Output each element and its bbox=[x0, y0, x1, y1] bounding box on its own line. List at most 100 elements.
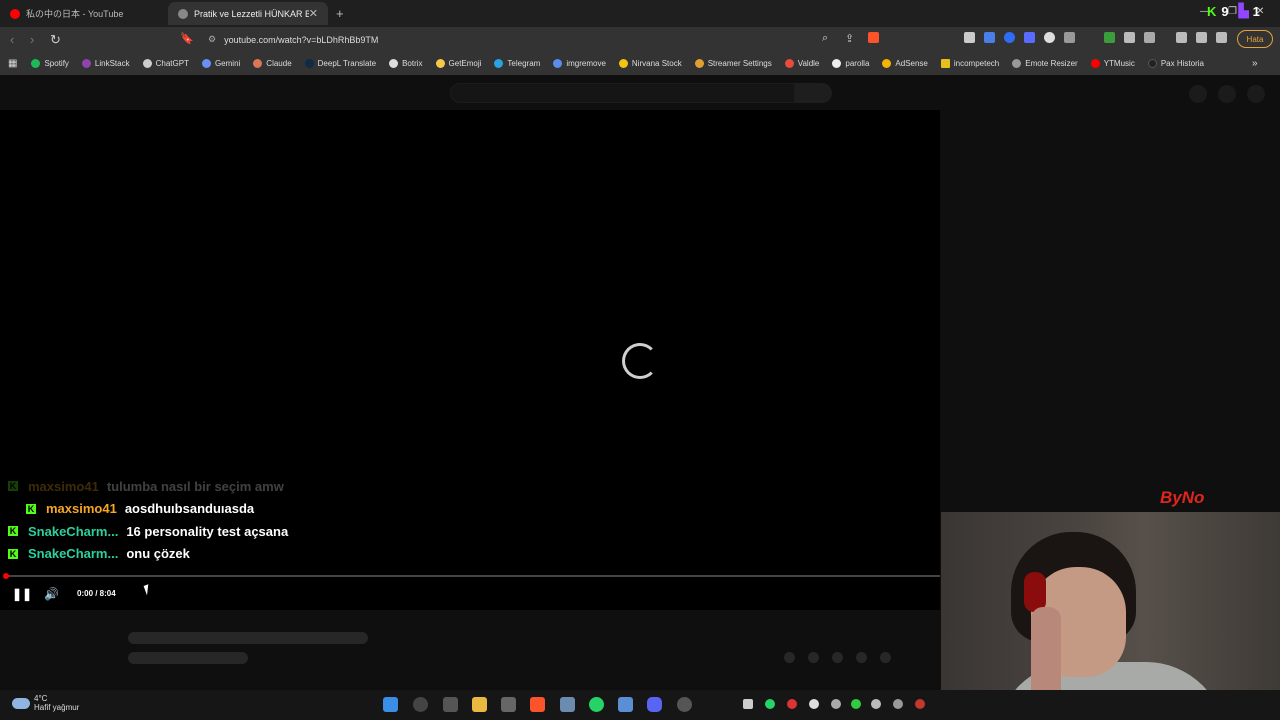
bookmark-chatgpt[interactable]: ChatGPT bbox=[142, 59, 189, 68]
tray-icon[interactable] bbox=[893, 699, 903, 709]
extension-icon[interactable] bbox=[964, 32, 975, 43]
subtitle-skeleton bbox=[128, 652, 248, 664]
extension-icon[interactable] bbox=[1104, 32, 1115, 43]
gemini-icon bbox=[201, 59, 211, 68]
camera-icon[interactable] bbox=[1064, 32, 1075, 43]
nirvana-icon bbox=[618, 59, 628, 68]
more-bookmarks-icon[interactable]: » bbox=[1252, 58, 1258, 69]
temperature: 4°C bbox=[34, 694, 48, 703]
bookmark-gemini[interactable]: Gemini bbox=[201, 59, 240, 68]
bookmark-linkstack[interactable]: LinkStack bbox=[81, 59, 130, 68]
bookmark-imgremove[interactable]: imgremove bbox=[553, 59, 606, 68]
action-skeleton bbox=[832, 652, 843, 663]
progress-bar[interactable] bbox=[3, 573, 940, 579]
twitch-viewer-count: 1 bbox=[1252, 3, 1260, 19]
split-view-icon[interactable] bbox=[1196, 32, 1207, 43]
chat-message: K SnakeCharm... onu çözek bbox=[8, 543, 288, 566]
address-bar[interactable]: ⚙ youtube.com/watch?v=bLDhRhBb9TM bbox=[200, 30, 858, 49]
tray-icon[interactable] bbox=[809, 699, 819, 709]
close-tab-icon[interactable]: ✕ bbox=[309, 7, 318, 20]
bookmark-spotify[interactable]: Spotify bbox=[31, 59, 69, 68]
tray-icon[interactable] bbox=[915, 699, 925, 709]
title-skeleton bbox=[128, 632, 368, 644]
zoom-icon[interactable]: ⌕ bbox=[822, 32, 828, 45]
avatar[interactable] bbox=[1247, 85, 1265, 103]
tray-icon[interactable] bbox=[851, 699, 861, 709]
bookmark-parolla[interactable]: parolla bbox=[832, 59, 869, 68]
bookmark-claude[interactable]: Claude bbox=[253, 59, 292, 68]
error-badge[interactable]: Hata bbox=[1237, 30, 1273, 48]
reload-button[interactable]: ↻ bbox=[50, 32, 61, 48]
bookmark-nirvana-stock[interactable]: Nirvana Stock bbox=[618, 59, 682, 68]
tray-icon[interactable] bbox=[831, 699, 841, 709]
pause-button[interactable]: ❚❚ bbox=[12, 587, 32, 601]
app-icon[interactable] bbox=[618, 697, 633, 712]
whatsapp-icon[interactable] bbox=[589, 697, 604, 712]
back-button[interactable]: ‹ bbox=[10, 32, 14, 47]
leo-ai-icon[interactable] bbox=[1216, 32, 1227, 43]
imgremove-icon bbox=[553, 59, 563, 68]
scrubber-handle[interactable] bbox=[3, 573, 9, 579]
puzzle-icon[interactable] bbox=[1124, 32, 1135, 43]
task-view-icon[interactable] bbox=[443, 697, 458, 712]
bookmark-ytmusic[interactable]: YTMusic bbox=[1090, 59, 1135, 68]
bookmark-telegram[interactable]: Telegram bbox=[494, 59, 540, 68]
tray-icon[interactable] bbox=[743, 699, 753, 709]
extension-icon[interactable] bbox=[1044, 32, 1055, 43]
app-icon[interactable] bbox=[560, 697, 575, 712]
bookmark-pax-historia[interactable]: Pax Historia bbox=[1147, 59, 1204, 68]
chat-message: K SnakeCharm... 16 personality test açsa… bbox=[8, 520, 288, 543]
volume-icon[interactable]: 🔊 bbox=[44, 587, 59, 601]
streamer-logo: ByNo bbox=[1160, 488, 1205, 507]
ytmusic-icon bbox=[1090, 59, 1100, 68]
chat-username: maxsimo41 bbox=[28, 478, 99, 494]
create-icon[interactable] bbox=[1189, 85, 1207, 103]
site-info-icon[interactable]: ⚙ bbox=[208, 34, 216, 45]
extension-icon[interactable] bbox=[1004, 32, 1015, 43]
file-explorer-icon[interactable] bbox=[472, 697, 487, 712]
translate-icon[interactable] bbox=[984, 32, 995, 43]
extension-icon[interactable] bbox=[1024, 32, 1035, 43]
bookmark-incompetech[interactable]: incompetech bbox=[940, 59, 999, 68]
twitch-icon: ▙ bbox=[1238, 3, 1249, 18]
weather-widget[interactable]: 4°C Hafif yağmur bbox=[12, 694, 79, 712]
bookmark-getemoji[interactable]: GetEmoji bbox=[435, 59, 481, 68]
bookmark-emote-resizer[interactable]: Emote Resizer bbox=[1012, 59, 1078, 68]
bookmark-icon[interactable]: 🔖 bbox=[180, 32, 194, 45]
kick-icon: K bbox=[26, 503, 36, 514]
bookmark-botrix[interactable]: Botrix bbox=[389, 59, 423, 68]
whatsapp-tray-icon[interactable] bbox=[765, 699, 775, 709]
video-info-skeleton bbox=[0, 610, 940, 690]
action-skeleton bbox=[856, 652, 867, 663]
apps-grid-icon[interactable]: ▦ bbox=[8, 58, 17, 69]
player-controls: ❚❚ 🔊 0:00 / 8:04 bbox=[0, 582, 940, 606]
brave-shields-icon[interactable] bbox=[868, 32, 879, 43]
share-icon[interactable]: ⇪ bbox=[845, 32, 854, 45]
bookmark-valdle[interactable]: Valdle bbox=[784, 59, 819, 68]
bookmark-streamer-settings[interactable]: Streamer Settings bbox=[694, 59, 772, 68]
bookmark-adsense[interactable]: AdSense bbox=[882, 59, 928, 68]
bookmark-deepl[interactable]: DeepL Translate bbox=[304, 59, 376, 68]
search-button[interactable] bbox=[795, 83, 832, 103]
sidebar-icon[interactable] bbox=[1144, 32, 1155, 43]
brave-icon[interactable] bbox=[530, 697, 545, 712]
obs-icon[interactable] bbox=[677, 697, 692, 712]
forward-button[interactable]: › bbox=[30, 32, 34, 47]
music-icon[interactable] bbox=[1176, 32, 1187, 43]
new-tab-button[interactable]: + bbox=[336, 6, 344, 21]
store-icon[interactable] bbox=[501, 697, 516, 712]
notifications-icon[interactable] bbox=[1218, 85, 1236, 103]
tray-icon[interactable] bbox=[787, 699, 797, 709]
search-input[interactable] bbox=[450, 83, 795, 103]
tab-current[interactable]: Pratik ve Lezzetli HÜNKAR BEĞE ✕ bbox=[168, 2, 328, 25]
tray-icon[interactable] bbox=[871, 699, 881, 709]
search-icon[interactable] bbox=[413, 697, 428, 712]
discord-icon[interactable] bbox=[647, 697, 662, 712]
kick-icon: K bbox=[8, 548, 18, 559]
parolla-icon bbox=[832, 59, 842, 68]
windows-start-icon[interactable] bbox=[383, 697, 398, 712]
tab-youtube[interactable]: 私の中の日本 - YouTube bbox=[0, 2, 168, 25]
chatgpt-icon bbox=[142, 59, 152, 68]
action-skeleton bbox=[808, 652, 819, 663]
youtube-header bbox=[0, 75, 1280, 110]
